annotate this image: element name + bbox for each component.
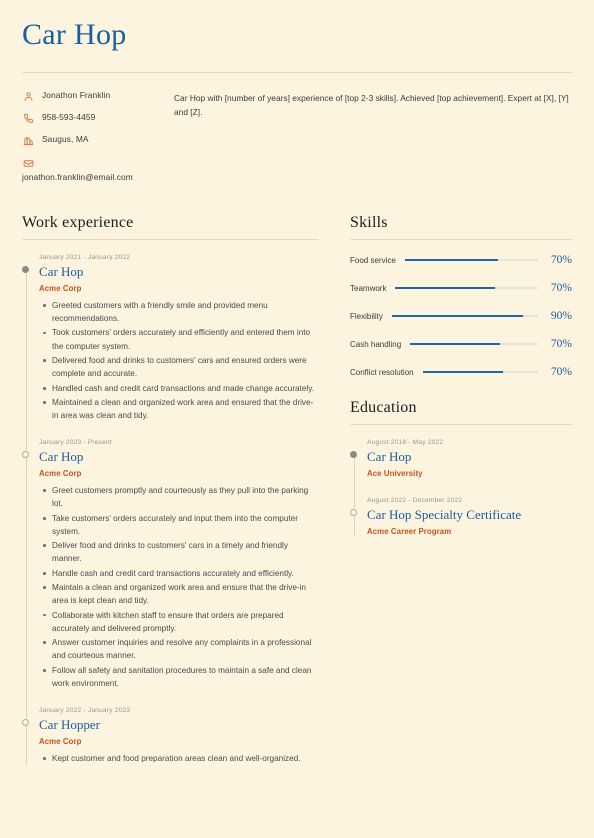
contact-item-email: jonathon.franklin@email.com	[22, 156, 150, 183]
timeline-marker-filled-icon	[350, 451, 357, 459]
resume-page: Car Hop Jonathon Franklin 958-593-4459 S…	[0, 0, 594, 838]
work-entry-role: Car Hop	[39, 264, 84, 280]
work-entry-date: January 2023 - Present	[39, 439, 112, 447]
skill-label: Food service	[350, 255, 396, 265]
contact-phone-text: 958-593-4459	[42, 112, 96, 123]
contact-item-location: Saugus, MA	[22, 134, 150, 147]
skill-percent: 70%	[550, 254, 572, 267]
education-section-divider	[350, 424, 572, 426]
work-timeline: January 2021 - January 2022 Car Hop Acme…	[22, 254, 318, 765]
skill-bar-fill	[410, 343, 500, 346]
work-experience-section: Work experience January 2021 - January 2…	[22, 214, 342, 766]
education-entry-degree: Car Hop Specialty Certificate	[367, 506, 522, 522]
work-entry-org: Acme Corp	[39, 283, 82, 293]
skill-bar-fill	[391, 315, 524, 318]
skill-bar-fill	[404, 259, 499, 262]
list-item: Handled cash and credit card transaction…	[43, 382, 318, 395]
skills-section-title: Skills	[350, 214, 388, 232]
list-item: Collaborate with kitchen staff to ensure…	[43, 609, 318, 636]
phone-icon	[22, 112, 35, 125]
skill-row: Cash handling 70%	[350, 338, 572, 350]
education-entry-school: Ace University	[367, 468, 423, 478]
contact-item-phone: 958-593-4459	[22, 112, 150, 125]
work-entry-role: Car Hopper	[39, 717, 101, 733]
skill-bar-fill	[395, 287, 496, 290]
timeline-marker-hollow-icon	[22, 719, 29, 727]
skill-percent: 70%	[550, 366, 572, 379]
skill-bar-track	[422, 371, 538, 374]
work-entry-bullets: Kept customer and food preparation areas…	[39, 752, 318, 765]
person-icon	[22, 90, 35, 103]
work-entry: January 2023 - Present Car Hop Acme Corp…	[22, 439, 318, 690]
skill-row: Conflict resolution 70%	[350, 366, 572, 378]
education-entry-date: August 2018 - May 2022	[367, 439, 444, 447]
list-item: Kept customer and food preparation areas…	[43, 752, 318, 765]
skill-percent: 90%	[550, 310, 572, 323]
list-item: Follow all safety and sanitation procedu…	[43, 664, 318, 691]
email-icon	[22, 157, 35, 170]
work-entry-date: January 2022 - January 2023	[39, 707, 131, 715]
resume-header: Car Hop Jonathon Franklin 958-593-4459 S…	[22, 18, 572, 182]
skill-row: Teamwork 70%	[350, 282, 572, 294]
skill-label: Cash handling	[350, 339, 402, 349]
skill-bar-fill	[422, 371, 504, 374]
timeline-marker-hollow-icon	[22, 451, 29, 459]
skill-label: Conflict resolution	[350, 367, 414, 377]
list-item: Maintained a clean and organized work ar…	[43, 396, 318, 423]
contact-location-text: Saugus, MA	[42, 134, 89, 145]
list-item: Delivered food and drinks to customers' …	[43, 354, 318, 381]
list-item: Answer customer inquiries and resolve an…	[43, 636, 318, 663]
skill-label: Teamwork	[350, 283, 387, 293]
location-icon	[22, 134, 35, 147]
list-item: Handle cash and credit card transactions…	[43, 567, 318, 580]
skill-bar-track	[395, 287, 538, 290]
education-section: Education August 2018 - May 2022 Car Hop…	[350, 399, 572, 536]
list-item: Take customers' orders accurately and in…	[43, 512, 318, 539]
work-entry-org: Acme Corp	[39, 469, 82, 479]
contact-name-text: Jonathon Franklin	[42, 90, 111, 101]
education-entry-date: August 2022 - December 2022	[367, 496, 463, 504]
list-item: Deliver food and drinks to customers' ca…	[43, 539, 318, 566]
header-divider	[22, 71, 572, 73]
skill-bar-track	[404, 259, 538, 262]
list-item: Greet customers promptly and courteously…	[43, 484, 318, 511]
list-item: Took customers' orders accurately and ef…	[43, 326, 318, 353]
list-item: Greeted customers with a friendly smile …	[43, 299, 318, 326]
skills-section: Skills Food service 70% Teamwork 70% Fle…	[350, 214, 572, 378]
work-entry-role: Car Hop	[39, 449, 84, 465]
work-entry: January 2022 - January 2023 Car Hopper A…	[22, 707, 318, 765]
work-entry-bullets: Greeted customers with a friendly smile …	[39, 299, 318, 423]
education-entry: August 2022 - December 2022 Car Hop Spec…	[350, 496, 572, 536]
education-entry-degree: Car Hop	[367, 449, 412, 465]
education-entry-school: Acme Career Program	[367, 526, 452, 536]
skill-row: Food service 70%	[350, 254, 572, 266]
summary-text: Car Hop with [number of years] experienc…	[174, 92, 569, 117]
work-entry-date: January 2021 - January 2022	[39, 254, 131, 262]
skill-row: Flexibility 90%	[350, 310, 572, 322]
work-section-divider	[22, 239, 318, 241]
contact-item-name: Jonathon Franklin	[22, 90, 150, 103]
contact-email-text: jonathon.franklin@email.com	[22, 172, 133, 183]
skill-label: Flexibility	[350, 311, 383, 321]
timeline-marker-hollow-icon	[350, 508, 357, 516]
work-entry: January 2021 - January 2022 Car Hop Acme…	[22, 254, 318, 423]
list-item: Maintain a clean and organized work area…	[43, 581, 318, 608]
timeline-marker-filled-icon	[22, 266, 29, 274]
contact-list: Jonathon Franklin 958-593-4459 Saugus, M…	[22, 90, 150, 183]
work-entry-org: Acme Corp	[39, 736, 82, 746]
work-section-title: Work experience	[22, 214, 134, 232]
skill-percent: 70%	[550, 282, 572, 295]
skill-bar-track	[410, 343, 538, 346]
skill-percent: 70%	[550, 338, 572, 351]
skill-bar-track	[391, 315, 538, 318]
skills-section-divider	[350, 239, 572, 241]
education-timeline: August 2018 - May 2022 Car Hop Ace Unive…	[350, 439, 572, 536]
education-entry: August 2018 - May 2022 Car Hop Ace Unive…	[350, 439, 572, 478]
work-entry-bullets: Greet customers promptly and courteously…	[39, 484, 318, 690]
education-section-title: Education	[350, 399, 417, 417]
page-title: Car Hop	[22, 18, 127, 51]
